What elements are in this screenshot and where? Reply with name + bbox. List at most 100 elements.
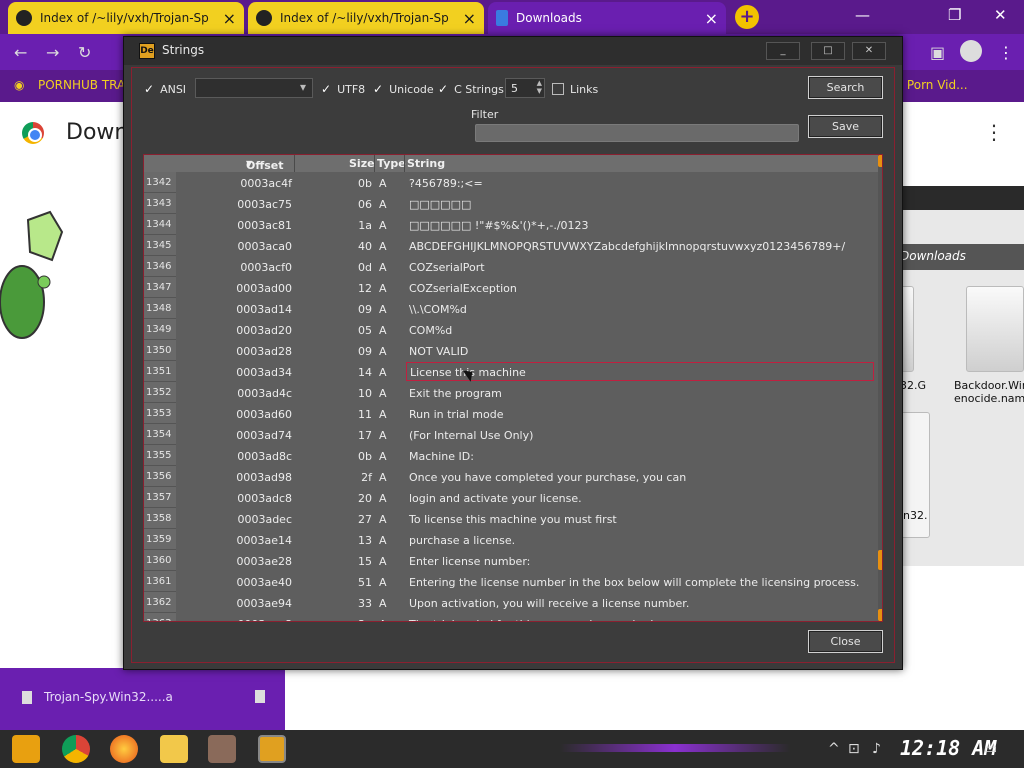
table-row[interactable]: 1361 0003ae40 51 A Entering the license numb… xyxy=(144,571,878,592)
utf8-checkbox[interactable]: ✓ UTF8 xyxy=(321,81,365,97)
table-row[interactable]: 1353 0003ad60 11 A Run in trial mode xyxy=(144,403,878,424)
table-row[interactable]: 1360 0003ae28 15 A Enter license number: xyxy=(144,550,878,571)
type-cell: A xyxy=(379,513,387,526)
volume-icon[interactable]: ♪ xyxy=(872,741,881,757)
table-row[interactable]: 1346 0003acf0 0d A COZserialPort xyxy=(144,256,878,277)
forward-icon[interactable]: → xyxy=(46,43,59,62)
table-row[interactable]: 1347 0003ad00 12 A COZserialException xyxy=(144,277,878,298)
table-row[interactable]: 1342 0003ac4f 0b A ?456789:;<= xyxy=(144,172,878,193)
table-row[interactable]: 1354 0003ad74 17 A (For Internal Use Only) xyxy=(144,424,878,445)
dialog-minimize-button[interactable]: _ xyxy=(766,42,800,60)
table-row[interactable]: 1358 0003adec 27 A To license this machine y… xyxy=(144,508,878,529)
size-cell: 0b xyxy=(358,177,372,190)
vertical-scrollbar[interactable] xyxy=(878,155,882,621)
browser-tab-downloads[interactable]: Downloads × xyxy=(488,2,726,34)
column-separator[interactable] xyxy=(374,155,375,172)
column-separator[interactable] xyxy=(404,155,405,172)
strings-dialog: De Strings _ □ ✕ ✓ ANSI ✓ UTF8 ✓ Unicode… xyxy=(123,36,903,670)
bookmark-item[interactable]: PORNHUB TRA xyxy=(38,78,125,92)
row-number: 1342 xyxy=(144,172,176,193)
min-length-spinner[interactable]: 5 ▲ ▼ xyxy=(505,78,545,98)
row-number: 1360 xyxy=(144,550,176,571)
close-tab-icon[interactable]: × xyxy=(705,9,718,28)
taskbar xyxy=(0,730,1024,768)
close-tab-icon[interactable]: × xyxy=(463,9,476,28)
back-icon[interactable]: ← xyxy=(14,43,27,62)
network-icon[interactable]: ⊡ xyxy=(848,741,860,757)
browser-tab-2[interactable]: Index of /~lily/vxh/Trojan-Sp × xyxy=(248,2,484,34)
taskbar-clock[interactable]: 12:18 AM xyxy=(900,736,996,760)
table-row[interactable]: 1345 0003aca0 40 A ABCDEFGHIJKLMNOPQRSTUVWXY… xyxy=(144,235,878,256)
row-number: 1363 xyxy=(144,613,176,621)
dialog-close-button[interactable]: ✕ xyxy=(852,42,886,60)
spinner-arrows-icon[interactable]: ▲ ▼ xyxy=(537,79,542,95)
column-header-string[interactable]: String xyxy=(407,157,445,170)
table-row[interactable]: 13630003aec8 2e A The trial period for this… xyxy=(144,613,878,621)
offset-cell: 0003ad98 xyxy=(236,471,292,484)
strings-table: Offset ▼ Size Type String 1342 0003ac4f 0b… xyxy=(143,154,883,622)
scrollbar-thumb[interactable] xyxy=(878,550,882,570)
table-row[interactable]: 1355 0003ad8c 0b A Machine ID: xyxy=(144,445,878,466)
c-strings-checkbox[interactable]: ✓ C Strings xyxy=(438,81,504,97)
table-row[interactable]: 1350 0003ad28 09 A NOT VALID xyxy=(144,340,878,361)
size-cell: 20 xyxy=(358,492,372,505)
minimize-window-icon[interactable]: — xyxy=(855,6,870,24)
bookmark-item[interactable]: y Porn Vid... xyxy=(896,78,968,92)
save-button[interactable]: Save xyxy=(808,115,883,138)
size-cell: 40 xyxy=(358,240,372,253)
notification-icon[interactable]: ▭ xyxy=(984,741,997,757)
table-row[interactable]: 1351 0003ad34 14 A License this machine xyxy=(144,361,878,382)
column-header-size[interactable]: Size xyxy=(349,157,375,170)
filter-input[interactable] xyxy=(475,124,799,142)
string-cell: Exit the program xyxy=(409,387,502,400)
download-item[interactable]: Trojan-Spy.Win32.....a xyxy=(22,690,173,704)
page-menu-icon[interactable]: ⋮ xyxy=(984,120,1004,144)
browser-tab-1[interactable]: Index of /~lily/vxh/Trojan-Sp × xyxy=(8,2,244,34)
file-icon[interactable] xyxy=(966,286,1024,372)
table-row[interactable]: 1357 0003adc8 20 Alogin and activate your l… xyxy=(144,487,878,508)
menu-kebab-icon[interactable]: ⋮ xyxy=(998,43,1014,62)
table-row[interactable]: 1343 0003ac75 06 A □□□□□□ xyxy=(144,193,878,214)
table-row[interactable]: 1362 0003ae94 33 A Upon activation, you will… xyxy=(144,592,878,613)
unicode-checkbox[interactable]: ✓ Unicode xyxy=(373,81,434,97)
close-window-icon[interactable]: ✕ xyxy=(994,6,1007,24)
string-cell: ABCDEFGHIJKLMNOPQRSTUVWXYZabcdefghijklmn… xyxy=(409,240,846,253)
row-number: 1354 xyxy=(144,424,176,445)
table-row[interactable]: 1359 0003ae14 13 Apurchase a license. xyxy=(144,529,878,550)
browser-tab-bar: Index of /~lily/vxh/Trojan-Sp × Index of… xyxy=(0,0,1024,34)
close-button[interactable]: Close xyxy=(808,630,883,653)
links-checkbox[interactable]: Links xyxy=(552,81,598,97)
chevron-up-icon[interactable]: ^ xyxy=(828,741,840,757)
maximize-window-icon[interactable]: ❐ xyxy=(948,6,961,24)
profile-avatar-icon[interactable] xyxy=(960,40,982,62)
table-row[interactable]: 1356 0003ad98 2f A Once you have completed y… xyxy=(144,466,878,487)
folder-taskbar-icon[interactable] xyxy=(160,735,188,763)
explorer-breadcrumb[interactable]: Downloads xyxy=(900,244,1024,270)
string-cell: login and activate your license. xyxy=(409,492,582,505)
close-tab-icon[interactable]: × xyxy=(223,9,236,28)
firefox-taskbar-icon[interactable] xyxy=(110,735,138,763)
scroll-down-button[interactable] xyxy=(878,609,882,621)
portrait-taskbar-icon[interactable] xyxy=(208,735,236,763)
table-row[interactable]: 1344 0003ac81 1a A □□□□□□ !"#$%&'()*+,-./012… xyxy=(144,214,878,235)
detect-it-easy-taskbar-icon[interactable] xyxy=(258,735,286,763)
scroll-up-button[interactable] xyxy=(878,155,882,167)
type-cell: A xyxy=(379,618,387,621)
extension-icon[interactable]: ▣ xyxy=(930,43,945,62)
document-icon[interactable] xyxy=(255,690,265,703)
ansi-checkbox[interactable]: ✓ ANSI xyxy=(144,81,186,97)
new-tab-button[interactable]: + xyxy=(735,5,759,29)
column-header-type[interactable]: Type xyxy=(377,157,406,170)
offset-cell: 0003ac75 xyxy=(237,198,292,211)
dialog-maximize-button[interactable]: □ xyxy=(811,42,845,60)
encoding-select[interactable] xyxy=(195,78,313,98)
column-separator[interactable] xyxy=(294,155,295,172)
start-menu-icon[interactable] xyxy=(12,735,40,763)
table-row[interactable]: 1352 0003ad4c 10 A Exit the program xyxy=(144,382,878,403)
table-row[interactable]: 1349 0003ad20 05 A COM%d xyxy=(144,319,878,340)
search-button[interactable]: Search xyxy=(808,76,883,99)
chrome-taskbar-icon[interactable] xyxy=(62,735,90,763)
dialog-title-bar[interactable]: De Strings _ □ ✕ xyxy=(124,37,902,65)
table-row[interactable]: 1348 0003ad14 09 A \\.\COM%d xyxy=(144,298,878,319)
reload-icon[interactable]: ↻ xyxy=(78,43,91,62)
